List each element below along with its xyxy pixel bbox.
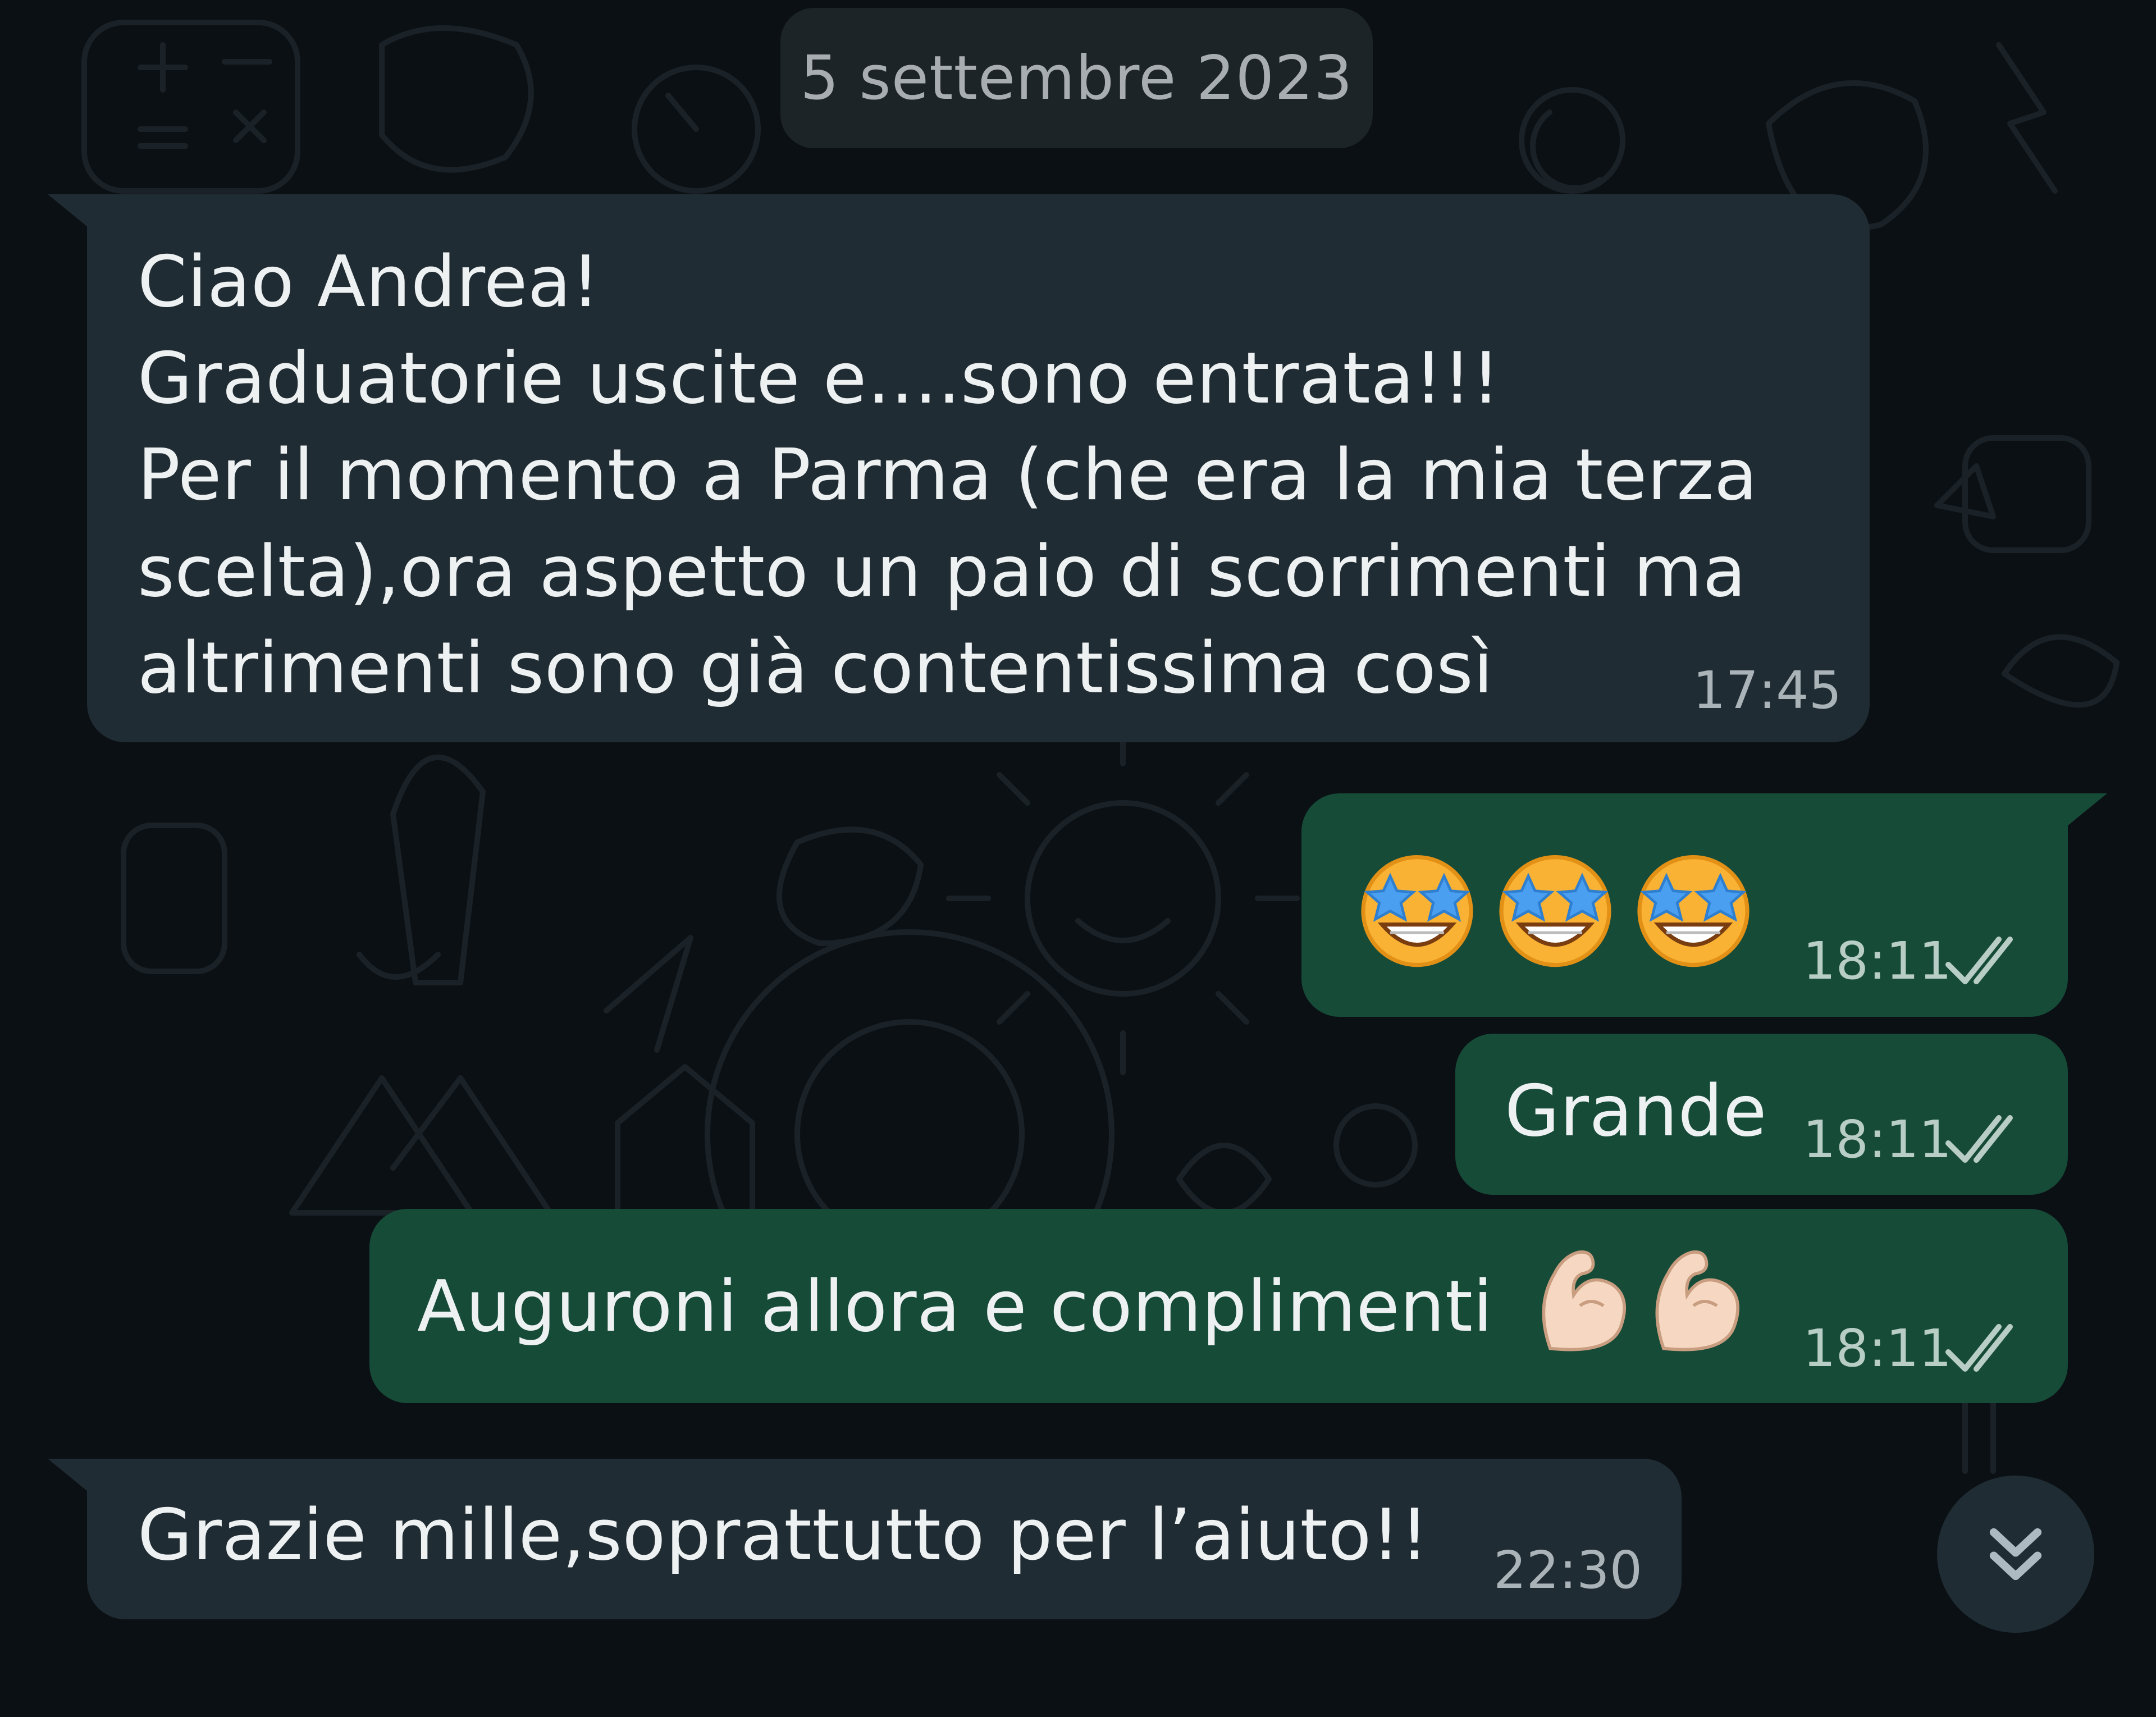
double-check-icon [1945, 1115, 2013, 1163]
message-emoji-row [1350, 838, 1761, 973]
double-check-icon [1945, 937, 2013, 984]
message-timestamp: 22:30 [1493, 1540, 1643, 1600]
double-check-icon [1945, 1324, 2013, 1372]
star-struck-emoji-icon [1361, 855, 1473, 967]
star-struck-emoji-icon [1499, 855, 1611, 967]
message-bubble-incoming[interactable]: Grazie mille,soprattutto per l’aiuto!! 2… [48, 1459, 1682, 1619]
date-separator: 5 settembre 2023 [780, 8, 1373, 148]
message-bubble-outgoing[interactable]: Grande 18:11 [1455, 1034, 2068, 1195]
double-chevron-down-icon [1989, 1528, 2042, 1581]
message-text: Ciao Andrea! Graduatorie uscite e….sono … [138, 240, 1758, 709]
message-timestamp: 17:45 [1693, 660, 1842, 720]
bubble-tail [48, 194, 109, 245]
message-bubble-incoming[interactable]: Ciao Andrea! Graduatorie uscite e….sono … [48, 194, 1870, 742]
scroll-to-bottom-button[interactable] [1937, 1476, 2094, 1633]
message-bubble-outgoing[interactable]: Auguroni allora e complimenti 18:11 [369, 1209, 2068, 1403]
flexed-biceps-emoji-icon [1542, 1250, 1626, 1351]
flexed-biceps-emoji-icon [1655, 1250, 1739, 1351]
message-text: Auguroni allora e complimenti [417, 1265, 1493, 1348]
message-emoji-row [1529, 1241, 1749, 1359]
message-timestamp: 18:11 [1803, 1109, 1952, 1170]
bubble-tail [2045, 793, 2107, 844]
message-text: Grande [1505, 1070, 1767, 1152]
bubble-tail [48, 1459, 109, 1509]
star-struck-emoji-icon [1637, 855, 1750, 967]
message-bubble-outgoing[interactable]: 18:11 [1301, 793, 2107, 1017]
message-timestamp: 18:11 [1803, 1318, 1952, 1378]
message-text: Grazie mille,soprattutto per l’aiuto!! [138, 1494, 1429, 1576]
message-timestamp: 18:11 [1803, 931, 1952, 991]
